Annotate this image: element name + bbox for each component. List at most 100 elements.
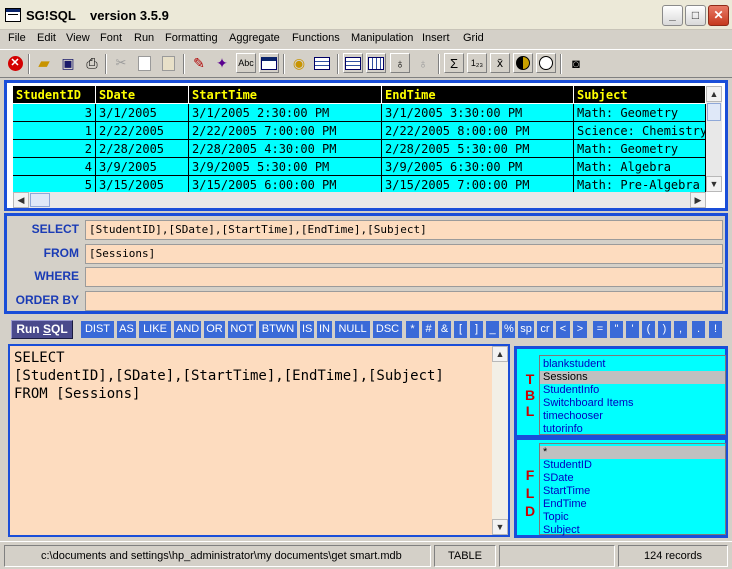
list-item[interactable]: EndTime [540, 498, 725, 511]
cell-starttime[interactable]: 3/15/2005 6:00:00 PM [189, 176, 382, 192]
grid-horizontal-scrollbar[interactable]: ◀ ▶ [13, 192, 706, 208]
cell-starttime[interactable]: 3/9/2005 5:30:00 PM [189, 158, 382, 176]
minimize-button[interactable]: _ [662, 5, 683, 26]
kw-and-button[interactable]: AND [174, 321, 201, 338]
sql-editor[interactable]: SELECT [StudentID],[SDate],[StartTime],[… [14, 349, 489, 403]
grid-view-icon[interactable] [343, 53, 363, 73]
kw-dist-button[interactable]: DIST [81, 321, 114, 338]
kw-equals-button[interactable]: = [593, 321, 607, 338]
kw-greater-than-button[interactable]: > [573, 321, 587, 338]
kw-space-button[interactable]: sp [518, 321, 534, 338]
kw-is-button[interactable]: IS [300, 321, 314, 338]
grid-vertical-scrollbar[interactable]: ▲ ▼ [706, 86, 722, 192]
cell-endtime[interactable]: 3/1/2005 3:30:00 PM [382, 104, 574, 122]
table-row[interactable]: 3 3/1/2005 3/1/2005 2:30:00 PM 3/1/2005 … [13, 104, 706, 122]
kw-in-button[interactable]: IN [317, 321, 332, 338]
menu-manipulation[interactable]: Manipulation [351, 32, 413, 44]
kw-close-paren-button[interactable]: ) [658, 321, 671, 338]
list-item[interactable]: Subject [540, 524, 725, 537]
menu-file[interactable]: File [8, 32, 26, 44]
editor-scroll-down-icon[interactable]: ▼ [492, 519, 508, 535]
run-sql-button[interactable]: Run SQL [11, 320, 73, 339]
list-item[interactable]: StudentID [540, 459, 725, 472]
list-item[interactable]: tutorinfo [540, 423, 725, 436]
kw-less-than-button[interactable]: < [556, 321, 570, 338]
cell-sdate[interactable]: 2/22/2005 [96, 122, 189, 140]
list-item[interactable]: Topic [540, 511, 725, 524]
scroll-right-icon[interactable]: ▶ [690, 192, 706, 208]
cut-icon[interactable]: ✂ [111, 53, 131, 73]
cell-subject[interactable]: Math: Geometry [574, 104, 706, 122]
cell-sdate[interactable]: 3/9/2005 [96, 158, 189, 176]
circle-icon[interactable] [536, 53, 556, 73]
cell-studentid[interactable]: 2 [13, 140, 96, 158]
list-item[interactable]: * [540, 446, 725, 459]
marker-icon[interactable]: ✎ [189, 53, 209, 73]
kw-exclamation-button[interactable]: ! [709, 321, 722, 338]
cell-endtime[interactable]: 2/28/2005 5:30:00 PM [382, 140, 574, 158]
cell-endtime[interactable]: 3/15/2005 7:00:00 PM [382, 176, 574, 192]
table-row[interactable]: 4 3/9/2005 3/9/2005 5:30:00 PM 3/9/2005 … [13, 158, 706, 176]
kw-star-button[interactable]: * [406, 321, 419, 338]
paste-icon[interactable] [158, 53, 178, 73]
from-field[interactable]: [Sessions] [85, 244, 723, 264]
cell-studentid[interactable]: 4 [13, 158, 96, 176]
list-item[interactable]: blankstudent [540, 358, 725, 371]
window-icon[interactable] [259, 53, 279, 73]
menu-insert[interactable]: Insert [422, 32, 450, 44]
table-view-icon[interactable] [312, 53, 332, 73]
kw-or-button[interactable]: OR [204, 321, 225, 338]
kw-close-bracket-button[interactable]: ] [470, 321, 483, 338]
cell-endtime[interactable]: 3/9/2005 6:30:00 PM [382, 158, 574, 176]
cell-starttime[interactable]: 2/22/2005 7:00:00 PM [189, 122, 382, 140]
cell-studentid[interactable]: 5 [13, 176, 96, 192]
kw-dsc-button[interactable]: DSC [373, 321, 402, 338]
kw-single-quote-button[interactable]: ' [626, 321, 639, 338]
table-row[interactable]: 2 2/28/2005 2/28/2005 4:30:00 PM 2/28/20… [13, 140, 706, 158]
select-field[interactable]: [StudentID],[SDate],[StartTime],[EndTime… [85, 220, 723, 240]
cell-subject[interactable]: Science: Chemistry [574, 122, 706, 140]
kw-as-button[interactable]: AS [117, 321, 136, 338]
table-row[interactable]: 1 2/22/2005 2/22/2005 7:00:00 PM 2/22/20… [13, 122, 706, 140]
sum-icon[interactable]: Σ [444, 53, 464, 73]
cell-sdate[interactable]: 3/15/2005 [96, 176, 189, 192]
grid-hscroll-thumb[interactable] [30, 193, 50, 207]
magic-wand-icon[interactable]: ✦ [212, 53, 232, 73]
kw-open-paren-button[interactable]: ( [642, 321, 655, 338]
scroll-down-icon[interactable]: ▼ [706, 176, 722, 192]
camera-icon[interactable]: ◙ [566, 53, 586, 73]
cell-sdate[interactable]: 2/28/2005 [96, 140, 189, 158]
menu-grid[interactable]: Grid [463, 32, 484, 44]
menu-view[interactable]: View [66, 32, 90, 44]
stop-icon[interactable]: ✕ [5, 53, 25, 73]
column-header-starttime[interactable]: StartTime [189, 86, 382, 104]
kw-hash-button[interactable]: # [422, 321, 435, 338]
menu-edit[interactable]: Edit [37, 32, 56, 44]
cell-endtime[interactable]: 2/22/2005 8:00:00 PM [382, 122, 574, 140]
cell-subject[interactable]: Math: Pre-Algebra [574, 176, 706, 192]
maximize-button[interactable]: □ [685, 5, 706, 26]
menu-run[interactable]: Run [134, 32, 154, 44]
grid-edit-icon[interactable] [366, 53, 386, 73]
column-header-subject[interactable]: Subject [574, 86, 706, 104]
kw-null-button[interactable]: NULL [335, 321, 370, 338]
menu-functions[interactable]: Functions [292, 32, 340, 44]
cell-sdate[interactable]: 3/1/2005 [96, 104, 189, 122]
save-icon[interactable]: ▣ [58, 53, 78, 73]
kw-comma-button[interactable]: , [674, 321, 687, 338]
cell-starttime[interactable]: 2/28/2005 4:30:00 PM [189, 140, 382, 158]
kw-not-button[interactable]: NOT [228, 321, 256, 338]
list-item[interactable]: StartTime [540, 485, 725, 498]
kw-double-quote-button[interactable]: " [610, 321, 623, 338]
kw-underscore-button[interactable]: _ [486, 321, 499, 338]
database-icon[interactable]: ◉ [289, 53, 309, 73]
column-header-sdate[interactable]: SDate [96, 86, 189, 104]
lightbulb-off-icon[interactable]: ♁ [413, 53, 433, 73]
list-item[interactable]: SDate [540, 472, 725, 485]
list-item[interactable]: Switchboard Items [540, 397, 725, 410]
list-item[interactable]: timechooser [540, 410, 725, 423]
cell-studentid[interactable]: 3 [13, 104, 96, 122]
open-folder-icon[interactable]: ▰ [34, 53, 54, 73]
cell-starttime[interactable]: 3/1/2005 2:30:00 PM [189, 104, 382, 122]
orderby-field[interactable] [85, 291, 723, 311]
